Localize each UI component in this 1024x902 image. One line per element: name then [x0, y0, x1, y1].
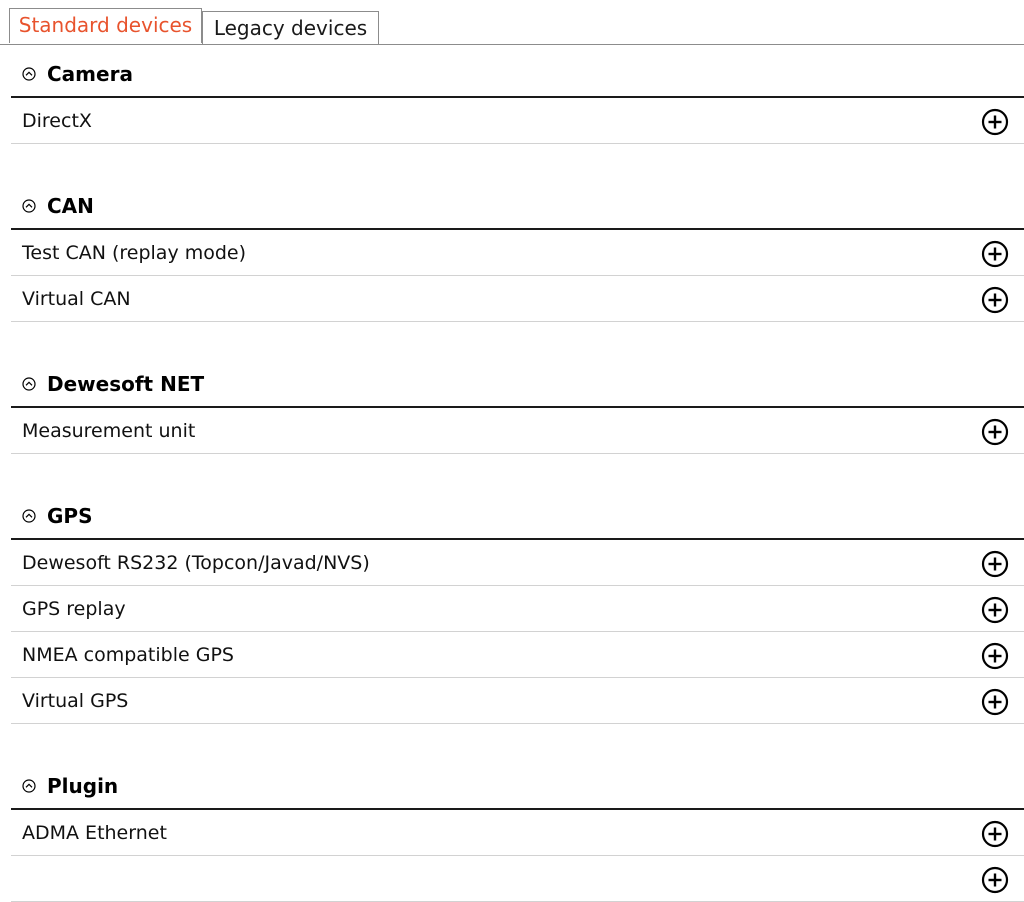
group-title: CAN [47, 194, 94, 218]
group-title: Plugin [47, 774, 119, 798]
plus-circle-icon[interactable] [981, 688, 1009, 716]
plus-circle-icon[interactable] [981, 596, 1009, 624]
list-item[interactable]: Virtual GPS [11, 678, 1024, 724]
list-item[interactable]: GPS replay [11, 586, 1024, 632]
group-header-dewesoft-net[interactable]: Dewesoft NET [11, 355, 1024, 408]
group-dewesoft-net: Dewesoft NET Measurement unit [0, 355, 1024, 454]
device-label: ADMA Ethernet [22, 822, 167, 844]
list-item[interactable]: Dewesoft RS232 (Topcon/Javad/NVS) [11, 540, 1024, 586]
device-label: Virtual CAN [22, 288, 131, 310]
plus-circle-icon[interactable] [981, 418, 1009, 446]
group-camera: Camera DirectX [0, 45, 1024, 144]
chevron-up-circle-icon[interactable] [22, 779, 36, 793]
chevron-up-circle-icon[interactable] [22, 509, 36, 523]
group-plugin: Plugin ADMA Ethernet [0, 757, 1024, 902]
group-title: GPS [47, 504, 93, 528]
plus-circle-icon[interactable] [981, 240, 1009, 268]
group-header-plugin[interactable]: Plugin [11, 757, 1024, 810]
chevron-up-circle-icon[interactable] [22, 67, 36, 81]
device-label: DirectX [22, 110, 92, 132]
tab-legacy-devices[interactable]: Legacy devices [202, 11, 379, 45]
group-title: Camera [47, 62, 133, 86]
group-can: CAN Test CAN (replay mode) Virtual CAN [0, 177, 1024, 322]
list-item[interactable]: Measurement unit [11, 408, 1024, 454]
list-item[interactable]: Test CAN (replay mode) [11, 230, 1024, 276]
plus-circle-icon[interactable] [981, 550, 1009, 578]
device-label: GPS replay [22, 598, 126, 620]
group-title: Dewesoft NET [47, 372, 205, 396]
device-label: Dewesoft RS232 (Topcon/Javad/NVS) [22, 552, 370, 574]
group-header-gps[interactable]: GPS [11, 487, 1024, 540]
device-label: Test CAN (replay mode) [22, 242, 247, 264]
device-label: Virtual GPS [22, 690, 129, 712]
list-item[interactable]: ADMA Ethernet [11, 810, 1024, 856]
list-item[interactable]: NMEA compatible GPS [11, 632, 1024, 678]
device-label: NMEA compatible GPS [22, 644, 234, 666]
plus-circle-icon[interactable] [981, 642, 1009, 670]
list-item[interactable]: Virtual CAN [11, 276, 1024, 322]
tab-standard-devices[interactable]: Standard devices [9, 8, 202, 43]
plus-circle-icon[interactable] [981, 820, 1009, 848]
chevron-up-circle-icon[interactable] [22, 377, 36, 391]
list-item[interactable]: DirectX [11, 98, 1024, 144]
group-header-can[interactable]: CAN [11, 177, 1024, 230]
group-gps: GPS Dewesoft RS232 (Topcon/Javad/NVS) GP… [0, 487, 1024, 724]
device-list: Camera DirectX CAN Test CAN (replay mode… [0, 45, 1024, 902]
group-header-camera[interactable]: Camera [11, 45, 1024, 98]
plus-circle-icon[interactable] [981, 866, 1009, 894]
device-label: Measurement unit [22, 420, 196, 442]
chevron-up-circle-icon[interactable] [22, 199, 36, 213]
list-item[interactable] [11, 856, 1024, 902]
plus-circle-icon[interactable] [981, 108, 1009, 136]
device-tabbar: Standard devices Legacy devices [0, 0, 1024, 45]
plus-circle-icon[interactable] [981, 286, 1009, 314]
